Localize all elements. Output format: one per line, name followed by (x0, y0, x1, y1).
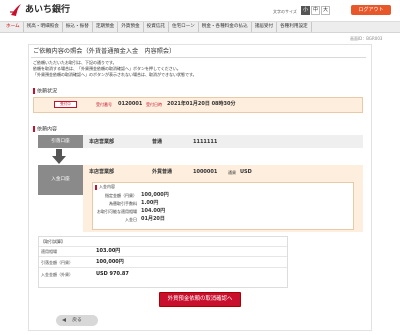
deposit-value: 1.00円 (141, 200, 159, 206)
font-size-large-button[interactable]: 大 (321, 6, 330, 15)
divider (31, 57, 366, 58)
divider (39, 246, 287, 247)
from-account-number: 1111111 (193, 139, 218, 145)
cancel-confirm-button[interactable]: 外貨預金依頼の取消確認へ (159, 292, 241, 307)
deposit-value: 100,000円 (141, 192, 169, 198)
from-branch: 本店営業部 (89, 139, 115, 145)
to-account-number: 1000001 (193, 169, 218, 175)
receipt-datetime-label: 受付日時 (146, 102, 162, 107)
page-title: ご依頼内容の照会（外貨普通預金入金 内容照会） (33, 48, 176, 55)
screen-id: 画面ID：BGR003 (350, 36, 383, 41)
nav-item-notifications[interactable]: 諸届受付 (252, 22, 278, 32)
deposit-label: 入金日 (125, 217, 137, 222)
arrow-left-icon (62, 318, 66, 322)
font-size-medium-button[interactable]: 中 (311, 6, 320, 15)
from-account-tag: 引落口座 (38, 135, 83, 148)
bank-name: あいち銀行 (25, 5, 71, 15)
nav-item-transfer[interactable]: 振込・振替 (63, 22, 93, 32)
section-marker (33, 126, 35, 132)
deposit-heading-label: 入金内容 (99, 184, 115, 189)
conversion-heading: 【取引試算】 (41, 239, 65, 244)
receipt-datetime: 2021年01月20日 08時30分 (167, 101, 236, 107)
font-size-label: 文字のサイズ (273, 9, 297, 14)
deposit-heading: 入金内容 (95, 184, 115, 190)
nav-item-home[interactable]: ホーム (3, 22, 24, 32)
nav-item-housing-loan[interactable]: 住宅ローン (169, 22, 199, 32)
font-size-small-button[interactable]: 小 (301, 6, 310, 15)
to-account-tag: 入金口座 (38, 165, 83, 195)
receipt-no-label: 受付番号 (96, 102, 112, 107)
receipt-no: 0120001 (118, 101, 143, 107)
section-heading-label: 依頼内容 (37, 126, 58, 133)
global-nav: ホーム 残高・明細照会 振込・振替 定期預金 外貨預金 投資信託 住宅ローン 税… (0, 21, 400, 33)
nav-item-investment-trust[interactable]: 投資信託 (144, 22, 169, 32)
from-account-type: 普通 (152, 139, 163, 145)
deposit-label: 指定金額（円貨） (105, 193, 137, 198)
nav-item-balance[interactable]: 残高・明細照会 (24, 22, 63, 32)
conversion-label: 入金金額（外貨） (41, 272, 73, 277)
section-marker (95, 184, 97, 190)
conversion-box (38, 236, 288, 288)
divider (39, 267, 287, 268)
section-heading-status: 依頼状況 (33, 88, 233, 95)
currency: USD (240, 169, 252, 175)
currency-label: 通貨 (228, 170, 236, 175)
deposit-label: 為替取引手数料 (109, 201, 137, 206)
intro-text: 「外貨預金依頼の取消確認へ」のボタンが表示されない場合は、取消ができない状態です… (33, 72, 197, 77)
conversion-label: 引落金額（円貨） (41, 260, 73, 265)
conversion-value: 103.00円 (96, 248, 121, 254)
deposit-label: お取引可能な適用相場 (97, 209, 137, 214)
nav-item-tax-payment[interactable]: 税金・各種料金の払込 (199, 22, 252, 32)
arrow-down-icon (52, 149, 66, 164)
deposit-box (92, 182, 354, 230)
section-heading-detail: 依頼内容 (33, 126, 233, 133)
bank-logo-icon (10, 4, 21, 16)
nav-item-time-deposit[interactable]: 定期預金 (93, 22, 119, 32)
status-badge: 受付中 (54, 101, 77, 108)
section-marker (33, 88, 35, 94)
logout-button[interactable]: ログアウト (351, 5, 391, 15)
deposit-value: 104.00円 (141, 208, 166, 214)
nav-item-foreign-deposit[interactable]: 外貨預金 (118, 22, 144, 32)
conversion-label: 適用相場 (41, 249, 57, 254)
intro-text: ご依頼いただいたお取引は、下記の通りです。 (33, 60, 117, 65)
deposit-value: 01月20日 (141, 216, 165, 222)
to-branch: 本店営業部 (89, 169, 115, 175)
intro-text: 依頼を取消する場合は、「外貨預金依頼の取消確認へ」ボタンを押してください。 (33, 66, 181, 71)
to-account-row (83, 165, 363, 179)
conversion-value: 100,000円 (96, 259, 124, 265)
section-heading-label: 依頼状況 (37, 88, 58, 95)
to-account-type: 外貨普通 (152, 169, 173, 175)
conversion-value: USD 970.87 (96, 271, 129, 277)
divider (39, 256, 287, 257)
nav-item-settings[interactable]: 各種利用設定 (277, 22, 312, 32)
